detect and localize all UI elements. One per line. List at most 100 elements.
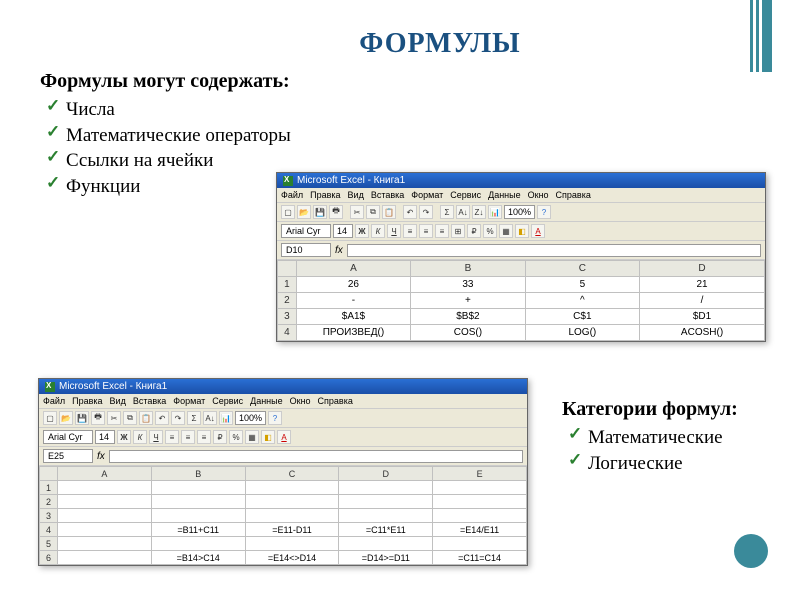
- col-header[interactable]: B: [151, 467, 245, 481]
- cell[interactable]: [339, 495, 433, 509]
- align-right-icon[interactable]: ≡: [435, 224, 449, 238]
- worksheet[interactable]: A B C D 1 26 33 5 21 2 - + ^ /: [277, 260, 765, 341]
- menu-data[interactable]: Данные: [250, 396, 283, 406]
- row-header[interactable]: 5: [40, 537, 58, 551]
- bold-icon[interactable]: Ж: [355, 224, 369, 238]
- formula-input[interactable]: [347, 244, 761, 257]
- save-icon[interactable]: 💾: [313, 205, 327, 219]
- copy-icon[interactable]: ⧉: [366, 205, 380, 219]
- paste-icon[interactable]: 📋: [139, 411, 153, 425]
- font-name-field[interactable]: Arial Cyr: [43, 430, 93, 444]
- toolbar-format[interactable]: Arial Cyr 14 Ж К Ч ≡ ≡ ≡ ⊞ ₽ % ▦ ◧ A: [277, 222, 765, 241]
- menubar[interactable]: Файл Правка Вид Вставка Формат Сервис Да…: [277, 188, 765, 203]
- col-header[interactable]: C: [525, 261, 639, 277]
- fill-color-icon[interactable]: ◧: [515, 224, 529, 238]
- cell[interactable]: [151, 537, 245, 551]
- autosum-icon[interactable]: Σ: [440, 205, 454, 219]
- toolbar-standard[interactable]: ▢ 📂 💾 🖶 ✂ ⧉ 📋 ↶ ↷ Σ A↓ 📊 100% ?: [39, 409, 527, 428]
- row-header[interactable]: 4: [278, 325, 297, 341]
- cell[interactable]: =E11-D11: [245, 523, 339, 537]
- cell[interactable]: [151, 495, 245, 509]
- menu-help[interactable]: Справка: [318, 396, 353, 406]
- font-name-field[interactable]: Arial Cyr: [281, 224, 331, 238]
- save-icon[interactable]: 💾: [75, 411, 89, 425]
- cell[interactable]: =D14>=D11: [339, 551, 433, 565]
- menu-edit[interactable]: Правка: [310, 190, 340, 200]
- menu-window[interactable]: Окно: [290, 396, 311, 406]
- cell[interactable]: 21: [640, 277, 765, 293]
- cell[interactable]: [433, 481, 527, 495]
- cell[interactable]: [245, 509, 339, 523]
- row-header[interactable]: 4: [40, 523, 58, 537]
- cell[interactable]: [58, 509, 152, 523]
- menu-view[interactable]: Вид: [110, 396, 126, 406]
- name-box[interactable]: D10: [281, 243, 331, 257]
- cell[interactable]: [58, 537, 152, 551]
- cell[interactable]: =B14>C14: [151, 551, 245, 565]
- cut-icon[interactable]: ✂: [107, 411, 121, 425]
- col-header[interactable]: E: [433, 467, 527, 481]
- cell[interactable]: /: [640, 293, 765, 309]
- cell[interactable]: [339, 509, 433, 523]
- row-header[interactable]: 6: [40, 551, 58, 565]
- menu-window[interactable]: Окно: [528, 190, 549, 200]
- cell[interactable]: C$1: [525, 309, 639, 325]
- menu-edit[interactable]: Правка: [72, 396, 102, 406]
- row-header[interactable]: 3: [278, 309, 297, 325]
- sort-asc-icon[interactable]: A↓: [203, 411, 217, 425]
- cell[interactable]: ACOSH(): [640, 325, 765, 341]
- help-icon[interactable]: ?: [268, 411, 282, 425]
- align-center-icon[interactable]: ≡: [181, 430, 195, 444]
- cell[interactable]: +: [411, 293, 525, 309]
- cell[interactable]: =B11+C11: [151, 523, 245, 537]
- cell[interactable]: 5: [525, 277, 639, 293]
- menu-insert[interactable]: Вставка: [371, 190, 404, 200]
- merge-icon[interactable]: ⊞: [451, 224, 465, 238]
- undo-icon[interactable]: ↶: [155, 411, 169, 425]
- underline-icon[interactable]: Ч: [387, 224, 401, 238]
- currency-icon[interactable]: ₽: [213, 430, 227, 444]
- menu-tools[interactable]: Сервис: [450, 190, 481, 200]
- cell[interactable]: [151, 481, 245, 495]
- align-center-icon[interactable]: ≡: [419, 224, 433, 238]
- open-icon[interactable]: 📂: [59, 411, 73, 425]
- menu-file[interactable]: Файл: [43, 396, 65, 406]
- new-icon[interactable]: ▢: [281, 205, 295, 219]
- row-header[interactable]: 2: [278, 293, 297, 309]
- borders-icon[interactable]: ▦: [499, 224, 513, 238]
- cell[interactable]: 33: [411, 277, 525, 293]
- new-icon[interactable]: ▢: [43, 411, 57, 425]
- cell[interactable]: =E14<>D14: [245, 551, 339, 565]
- chart-icon[interactable]: 📊: [488, 205, 502, 219]
- worksheet[interactable]: A B C D E 1 2 3 4 =B11+C11 =E11-D11 =C11…: [39, 466, 527, 565]
- redo-icon[interactable]: ↷: [171, 411, 185, 425]
- menu-view[interactable]: Вид: [348, 190, 364, 200]
- paste-icon[interactable]: 📋: [382, 205, 396, 219]
- cell[interactable]: =E14/E11: [433, 523, 527, 537]
- toolbar-standard[interactable]: ▢ 📂 💾 🖶 ✂ ⧉ 📋 ↶ ↷ Σ A↓ Z↓ 📊 100% ?: [277, 203, 765, 222]
- cell[interactable]: [245, 495, 339, 509]
- name-box[interactable]: E25: [43, 449, 93, 463]
- col-header[interactable]: A: [58, 467, 152, 481]
- cell[interactable]: COS(): [411, 325, 525, 341]
- zoom-field[interactable]: 100%: [235, 411, 266, 425]
- col-header[interactable]: D: [339, 467, 433, 481]
- cell[interactable]: $D1: [640, 309, 765, 325]
- print-icon[interactable]: 🖶: [91, 411, 105, 425]
- menu-format[interactable]: Формат: [173, 396, 205, 406]
- row-header[interactable]: 3: [40, 509, 58, 523]
- align-left-icon[interactable]: ≡: [403, 224, 417, 238]
- col-header[interactable]: D: [640, 261, 765, 277]
- menubar[interactable]: Файл Правка Вид Вставка Формат Сервис Да…: [39, 394, 527, 409]
- align-left-icon[interactable]: ≡: [165, 430, 179, 444]
- toolbar-format[interactable]: Arial Cyr 14 Ж К Ч ≡ ≡ ≡ ₽ % ▦ ◧ A: [39, 428, 527, 447]
- percent-icon[interactable]: %: [229, 430, 243, 444]
- row-header[interactable]: 2: [40, 495, 58, 509]
- select-all-cell[interactable]: [40, 467, 58, 481]
- percent-icon[interactable]: %: [483, 224, 497, 238]
- zoom-field[interactable]: 100%: [504, 205, 535, 219]
- cell[interactable]: [339, 481, 433, 495]
- menu-file[interactable]: Файл: [281, 190, 303, 200]
- font-color-icon[interactable]: A: [277, 430, 291, 444]
- menu-help[interactable]: Справка: [556, 190, 591, 200]
